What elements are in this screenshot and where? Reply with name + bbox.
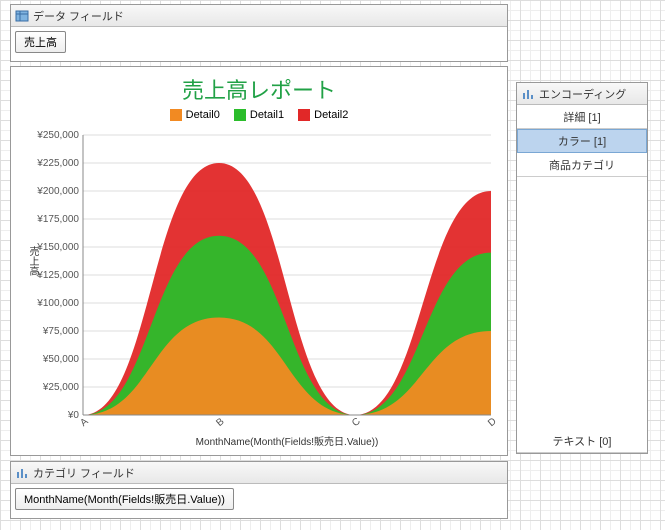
encoding-header: エンコーディング bbox=[517, 83, 647, 105]
category-field-button[interactable]: MonthName(Month(Fields!販売日.Value)) bbox=[15, 488, 234, 510]
category-fields-panel: カテゴリ フィールド MonthName(Month(Fields!販売日.Va… bbox=[10, 461, 508, 519]
category-fields-header: カテゴリ フィールド bbox=[11, 462, 507, 484]
encoding-icon bbox=[521, 87, 535, 101]
legend-item: Detail1 bbox=[234, 109, 284, 121]
chart-panel: 売上高レポート Detail0 Detail1 Detail2 売上高 ¥0 ¥25,… bbox=[10, 66, 508, 456]
svg-text:¥75,000: ¥75,000 bbox=[42, 326, 80, 337]
svg-text:¥200,000: ¥200,000 bbox=[36, 186, 79, 197]
y-axis-title: 売上高 bbox=[25, 246, 40, 276]
legend-label: Detail0 bbox=[186, 109, 220, 121]
chart-plot: ¥0 ¥25,000 ¥50,000 ¥75,000 ¥100,000 ¥125,000 ¥… bbox=[11, 125, 509, 455]
svg-text:A: A bbox=[78, 416, 90, 429]
legend-swatch bbox=[298, 109, 310, 121]
chart-legend: Detail0 Detail1 Detail2 bbox=[11, 105, 507, 125]
encoding-title: エンコーディング bbox=[539, 86, 626, 102]
data-field-button[interactable]: 売上高 bbox=[15, 31, 66, 53]
legend-item: Detail0 bbox=[170, 109, 220, 121]
table-icon bbox=[15, 9, 29, 23]
svg-text:¥25,000: ¥25,000 bbox=[42, 382, 80, 393]
encoding-text-item[interactable]: テキスト [0] bbox=[517, 429, 647, 453]
encoding-item[interactable]: カラー [1] bbox=[517, 129, 647, 153]
chart-title: 売上高レポート bbox=[11, 67, 507, 105]
data-fields-panel: データ フィールド 売上高 bbox=[10, 4, 508, 62]
svg-text:B: B bbox=[214, 416, 226, 429]
svg-text:¥175,000: ¥175,000 bbox=[36, 214, 79, 225]
svg-text:D: D bbox=[486, 416, 499, 429]
bars-icon bbox=[15, 466, 29, 480]
svg-text:¥150,000: ¥150,000 bbox=[36, 242, 79, 253]
svg-text:¥100,000: ¥100,000 bbox=[36, 298, 79, 309]
legend-label: Detail2 bbox=[314, 109, 348, 121]
svg-text:¥225,000: ¥225,000 bbox=[36, 158, 79, 169]
encoding-item[interactable]: 詳細 [1] bbox=[517, 105, 647, 129]
encoding-item[interactable]: 商品カテゴリ bbox=[517, 153, 647, 177]
data-fields-title: データ フィールド bbox=[33, 8, 124, 24]
svg-text:¥50,000: ¥50,000 bbox=[42, 354, 80, 365]
category-fields-title: カテゴリ フィールド bbox=[33, 465, 135, 481]
encoding-panel: エンコーディング 詳細 [1]カラー [1]商品カテゴリ テキスト [0] bbox=[516, 82, 648, 454]
svg-text:C: C bbox=[350, 416, 363, 429]
legend-swatch bbox=[170, 109, 182, 121]
svg-text:¥125,000: ¥125,000 bbox=[36, 270, 79, 281]
legend-label: Detail1 bbox=[250, 109, 284, 121]
svg-text:MonthName(Month(Fields!販売日.Val: MonthName(Month(Fields!販売日.Value)) bbox=[196, 435, 379, 448]
legend-item: Detail2 bbox=[298, 109, 348, 121]
data-fields-header: データ フィールド bbox=[11, 5, 507, 27]
legend-swatch bbox=[234, 109, 246, 121]
svg-text:¥0: ¥0 bbox=[67, 410, 80, 421]
svg-text:¥250,000: ¥250,000 bbox=[36, 130, 79, 141]
